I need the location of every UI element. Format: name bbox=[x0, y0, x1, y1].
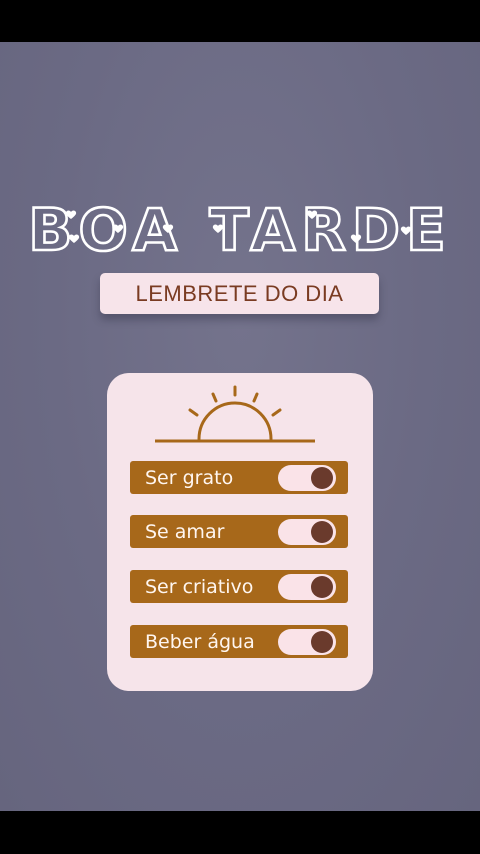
top-letterbox bbox=[0, 0, 480, 42]
title-graphic: BOA TARDE bbox=[27, 196, 451, 265]
reminder-row: Ser criativo bbox=[130, 570, 348, 603]
reminder-toggle[interactable] bbox=[278, 464, 336, 491]
reminder-row: Ser grato bbox=[130, 461, 348, 494]
reminder-label: Beber água bbox=[145, 630, 255, 653]
toggle-knob bbox=[311, 575, 333, 598]
reminder-toggle[interactable] bbox=[278, 573, 336, 600]
reminder-label: Se amar bbox=[145, 520, 225, 543]
toggle-knob bbox=[311, 466, 333, 489]
toggle-knob bbox=[311, 630, 333, 653]
page-title: BOA TARDE bbox=[28, 196, 451, 264]
reminder-row: Se amar bbox=[130, 515, 348, 548]
reminder-toggle[interactable] bbox=[278, 628, 336, 655]
toggle-knob bbox=[311, 520, 333, 543]
bottom-letterbox bbox=[0, 811, 480, 854]
sun-icon bbox=[155, 385, 315, 443]
title-banner: BOA TARDE bbox=[0, 196, 480, 266]
reminder-card: Ser grato Se amar Ser criativo Beber águ… bbox=[107, 373, 373, 691]
reminder-row: Beber água bbox=[130, 625, 348, 658]
screen: BOA TARDE LEMBRETE DO DIA Ser grato Se a… bbox=[0, 0, 480, 854]
reminder-label: Ser grato bbox=[145, 466, 234, 489]
reminder-toggle[interactable] bbox=[278, 518, 336, 545]
subtitle-label: LEMBRETE DO DIA bbox=[100, 273, 379, 314]
reminder-label: Ser criativo bbox=[145, 575, 254, 598]
